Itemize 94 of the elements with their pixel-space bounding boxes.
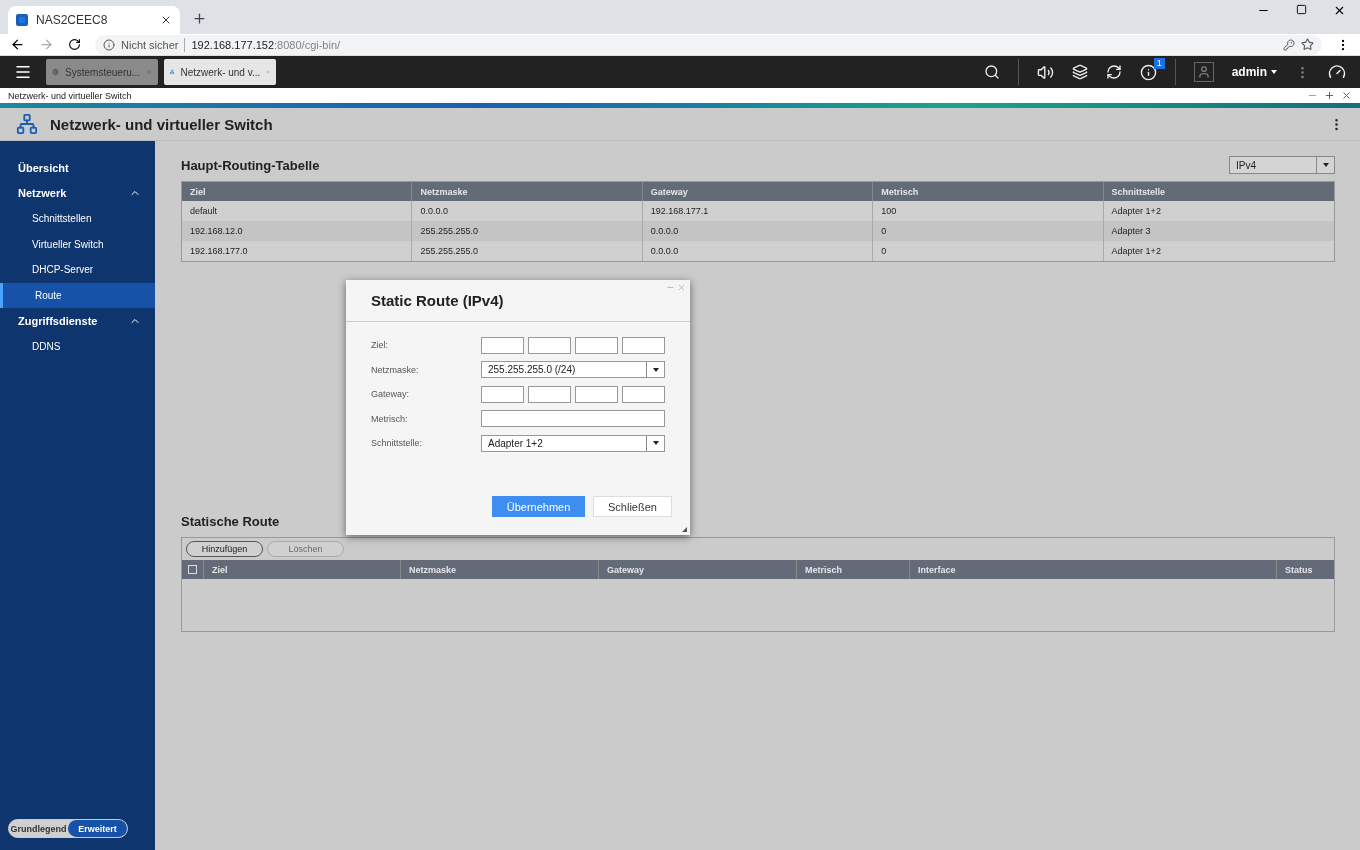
caret-icon[interactable] — [1271, 70, 1277, 74]
key-icon[interactable] — [1283, 38, 1295, 51]
layers-icon[interactable] — [1071, 64, 1088, 80]
sidebar-item[interactable]: DHCP-Server — [0, 257, 155, 283]
table-cell: 192.168.177.1 — [642, 201, 874, 221]
user-menu[interactable]: admin — [1231, 65, 1267, 79]
table-cell: Adapter 1+2 — [1103, 241, 1334, 261]
close-button[interactable]: Schließen — [593, 496, 672, 517]
section-title: Statische Route — [181, 513, 280, 529]
field-label: Netzmaske: — [371, 364, 420, 375]
input-field[interactable] — [481, 410, 665, 428]
app-tab-label: Systemsteueru... — [65, 66, 141, 78]
column-header: Gateway — [642, 182, 874, 201]
mode-toggle[interactable]: Grundlegend Erweitert — [8, 819, 128, 838]
sync-icon[interactable] — [1105, 64, 1122, 80]
maximize-icon[interactable] — [1324, 90, 1335, 101]
sidebar-item[interactable]: Übersicht — [0, 155, 155, 181]
new-tab-icon[interactable] — [192, 11, 207, 26]
table-cell: 100 — [873, 201, 1104, 221]
info-icon[interactable] — [1139, 63, 1157, 81]
security-label: Nicht sicher — [121, 38, 179, 51]
back-icon[interactable] — [10, 37, 25, 52]
table-cell: 0.0.0.0 — [642, 241, 874, 261]
ip-octet-field[interactable] — [528, 385, 571, 403]
table-cell: 255.255.255.0 — [412, 241, 643, 261]
dropdown[interactable]: 255.255.255.0 (/24) — [481, 361, 665, 379]
section-title: Haupt-Routing-Tabelle — [181, 157, 320, 173]
protocol-select[interactable]: IPv4 — [1229, 156, 1335, 174]
search-icon[interactable] — [983, 64, 1000, 80]
ip-octet-field[interactable] — [481, 385, 524, 403]
table-cell: 0.0.0.0 — [412, 201, 643, 221]
reload-icon[interactable] — [68, 38, 81, 51]
table-cell: 0 — [873, 221, 1104, 241]
table-cell: Adapter 3 — [1103, 221, 1334, 241]
app-title: Netzwerk- und virtueller Switch — [50, 115, 273, 133]
app-tab-label: Netzwerk- und v... — [180, 66, 261, 78]
sidebar-item[interactable]: Netzwerk — [0, 180, 155, 206]
column-header: Interface — [910, 560, 1277, 579]
table-cell: 192.168.12.0 — [182, 221, 413, 241]
ip-octet-field[interactable] — [575, 385, 618, 403]
sidebar-item[interactable]: DDNS — [0, 333, 155, 359]
sidebar-item[interactable]: Schnittstellen — [0, 206, 155, 232]
select-all-checkbox[interactable] — [188, 565, 197, 574]
menu-icon[interactable] — [14, 63, 32, 81]
address-bar[interactable]: Nicht sicher 192.168.177.152:8080/cgi-bin/ — [95, 34, 1322, 55]
field-label: Ziel: — [371, 340, 389, 351]
add-button[interactable]: Hinzufügen — [186, 541, 263, 557]
table-cell: 0.0.0.0 — [642, 221, 874, 241]
column-header: Gateway — [599, 560, 797, 579]
table-cell: Adapter 1+2 — [1103, 201, 1334, 221]
field-label: Schnittstelle: — [371, 438, 424, 449]
sidebar-item[interactable]: Route — [0, 282, 155, 308]
user-avatar-icon[interactable] — [1193, 62, 1214, 82]
bookmark-star-icon[interactable] — [1301, 38, 1314, 51]
ip-octet-field[interactable] — [528, 336, 571, 354]
url-text: 192.168.177.152:8080/cgi-bin/ — [191, 38, 341, 51]
info-icon — [103, 38, 115, 51]
sidebar-item[interactable]: Virtueller Switch — [0, 231, 155, 257]
column-header: Netzmaske — [412, 182, 643, 201]
column-header: Ziel — [204, 560, 401, 579]
field-label: Metrisch: — [371, 413, 409, 424]
ip-octet-field[interactable] — [622, 336, 665, 354]
column-header: Metrisch — [873, 182, 1104, 201]
table-cell: default — [182, 201, 413, 221]
app-favicon-icon — [16, 14, 28, 26]
ip-octet-field[interactable] — [481, 336, 524, 354]
column-header: Schnittstelle — [1103, 182, 1334, 201]
table-cell: 255.255.255.0 — [412, 221, 643, 241]
tab-title: NAS2CEEC8 — [36, 13, 109, 27]
column-header: Status — [1277, 560, 1334, 579]
mode-option[interactable]: Grundlegend — [9, 820, 68, 837]
ip-octet-field[interactable] — [622, 385, 665, 403]
mode-option[interactable]: Erweitert — [68, 820, 127, 837]
network-icon — [16, 113, 38, 135]
dropdown[interactable]: Adapter 1+2 — [481, 434, 665, 452]
gauge-icon[interactable] — [1328, 63, 1346, 81]
dialog-title: Static Route (IPv4) — [371, 292, 504, 309]
window-title: Netzwerk- und virtueller Switch — [8, 90, 132, 101]
column-header: Ziel — [182, 182, 413, 201]
field-label: Gateway: — [371, 389, 411, 400]
sidebar-item[interactable]: Zugriffsdienste — [0, 308, 155, 334]
table-cell: 192.168.177.0 — [182, 241, 413, 261]
app-tab[interactable]: Netzwerk- und v... — [164, 59, 276, 85]
speaker-icon[interactable] — [1036, 63, 1054, 81]
notification-badge: 1 — [1153, 57, 1165, 69]
app-tab[interactable]: Systemsteueru... — [46, 59, 158, 85]
table-cell: 0 — [873, 241, 1104, 261]
network-icon — [170, 66, 175, 78]
column-header: Netzmaske — [401, 560, 599, 579]
maximize-icon[interactable] — [1296, 4, 1307, 15]
browser-tab[interactable]: NAS2CEEC8 — [8, 6, 180, 34]
resize-grip-icon[interactable] — [682, 527, 687, 532]
column-header: Metrisch — [797, 560, 910, 579]
ip-octet-field[interactable] — [575, 336, 618, 354]
